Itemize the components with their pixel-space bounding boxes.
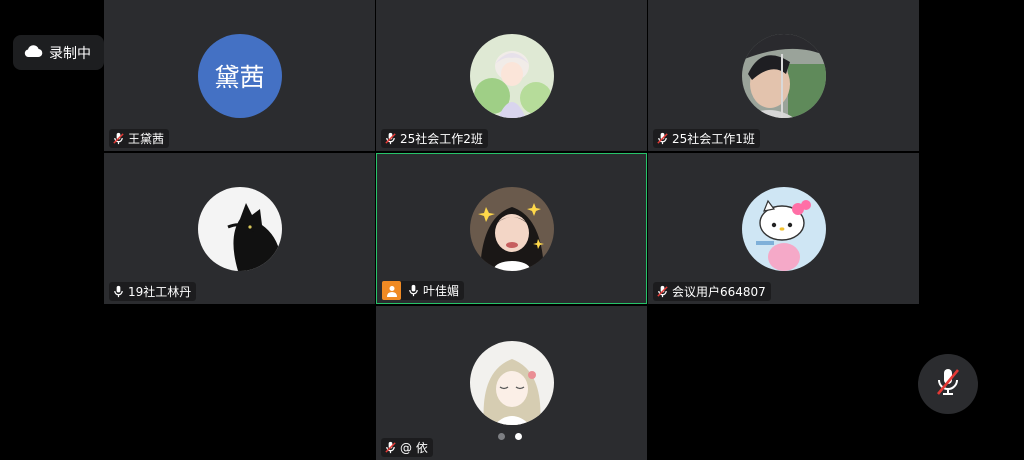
participant-tile[interactable]: 25社会工作1班 (648, 0, 919, 151)
mic-muted-icon (934, 367, 962, 401)
participant-name: 19社工林丹 (128, 285, 192, 299)
participant-name: 25社会工作2班 (400, 132, 483, 146)
mute-toggle-button[interactable] (918, 354, 978, 414)
participant-label: 叶佳媚 (382, 281, 465, 300)
avatar: 黛茜 (197, 33, 282, 118)
page-dot[interactable] (498, 433, 505, 440)
recording-label: 录制中 (49, 45, 91, 62)
participant-name: 25社会工作1班 (672, 132, 755, 146)
avatar (469, 341, 554, 425)
participant-label: 王黛茜 (109, 129, 170, 148)
mic-muted-icon (384, 441, 397, 454)
avatar (197, 186, 282, 271)
participant-tile-active-speaker[interactable]: 叶佳媚 (376, 153, 647, 304)
mic-icon (112, 285, 125, 298)
cloud-icon (23, 44, 43, 62)
page-dot-current[interactable] (515, 433, 522, 440)
participant-name: 叶佳媚 (423, 284, 460, 298)
participant-label: @ 依 (381, 438, 433, 457)
participant-tile[interactable]: 25社会工作2班 (376, 0, 647, 151)
avatar (469, 186, 554, 271)
avatar (741, 33, 826, 118)
participant-name: 会议用户664807 (672, 285, 766, 299)
participant-label: 25社会工作2班 (381, 129, 488, 148)
host-icon (382, 281, 401, 300)
participant-label: 会议用户664807 (653, 282, 771, 301)
page-indicator[interactable] (498, 433, 522, 440)
participant-tile[interactable]: 19社工林丹 (104, 153, 375, 304)
recording-indicator[interactable]: 录制中 (13, 35, 104, 70)
participant-label: 19社工林丹 (109, 282, 197, 301)
participant-label: 25社会工作1班 (653, 129, 760, 148)
mic-muted-icon (656, 285, 669, 298)
mic-muted-icon (656, 132, 669, 145)
participant-name: 王黛茜 (128, 132, 165, 146)
mic-muted-icon (384, 132, 397, 145)
mic-muted-icon (112, 132, 125, 145)
mic-icon (407, 284, 420, 297)
avatar (741, 186, 826, 271)
participant-tile[interactable]: 黛茜 王黛茜 (104, 0, 375, 151)
participant-tile[interactable]: 会议用户664807 (648, 153, 919, 304)
avatar (469, 33, 554, 118)
participant-name: @ 依 (400, 441, 428, 455)
